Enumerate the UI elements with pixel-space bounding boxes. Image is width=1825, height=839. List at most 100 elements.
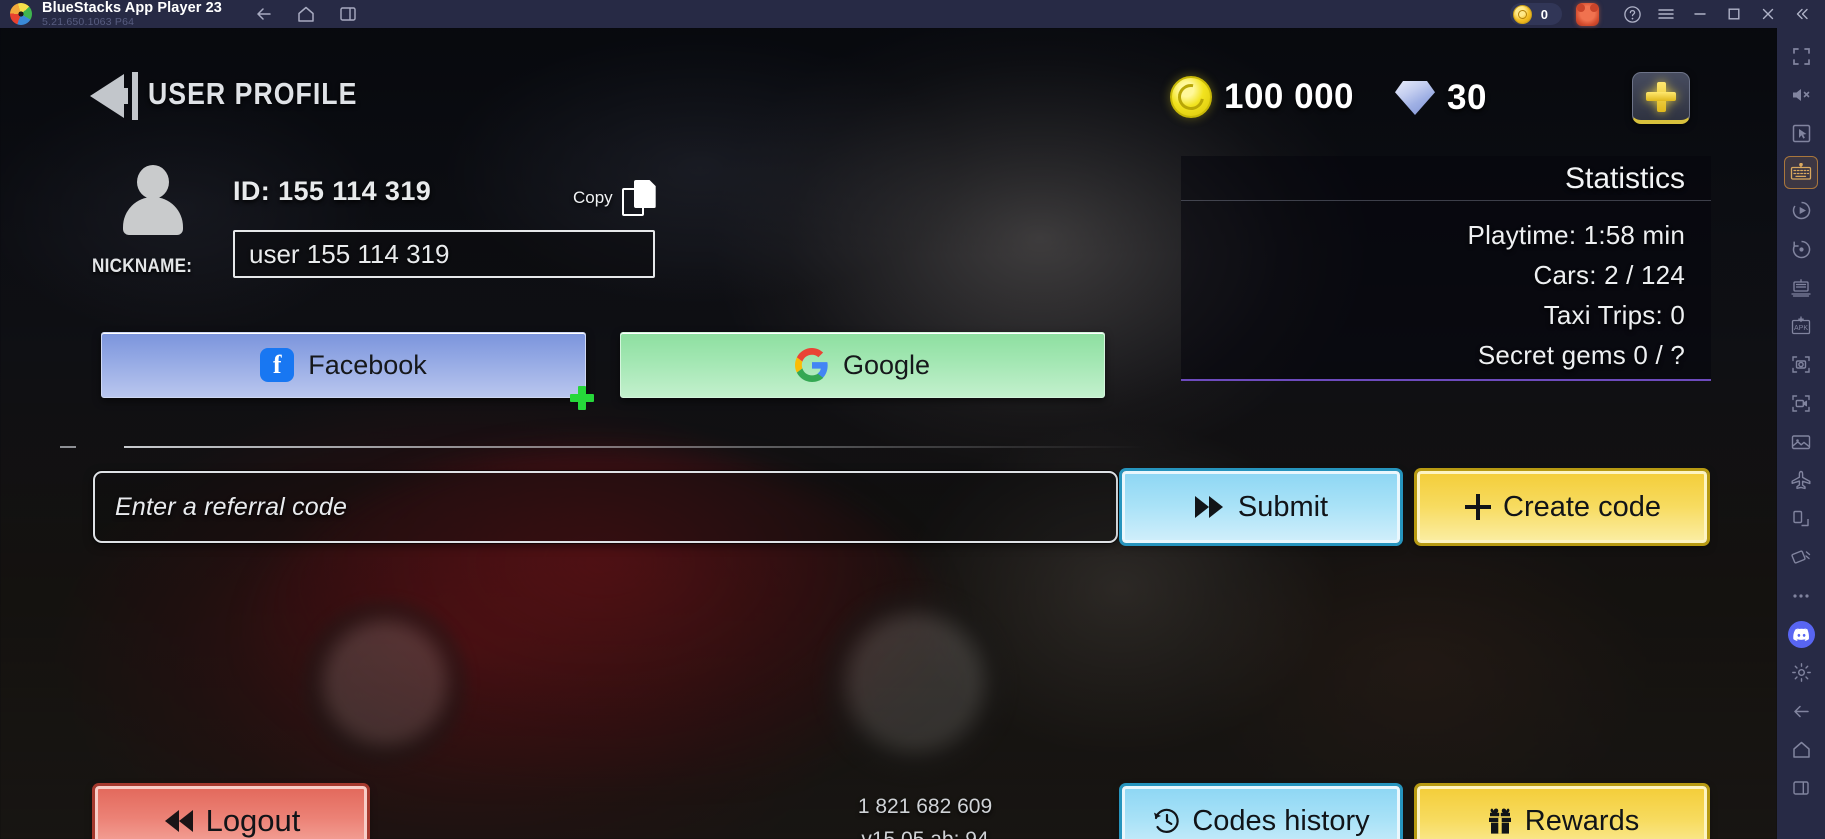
game-header: USER PROFILE 100 000 30 [0, 28, 1777, 140]
double-chevron-right-icon [1194, 494, 1228, 520]
page-title: USER PROFILE [148, 76, 358, 111]
multi-instance-manager-icon[interactable] [1784, 271, 1818, 304]
settings-icon[interactable] [1784, 656, 1818, 689]
stat-secret-gems: Secret gems 0 / ? [1477, 339, 1685, 370]
airplane-icon[interactable] [1784, 464, 1818, 497]
media-manager-icon[interactable] [1784, 425, 1818, 458]
google-label: Google [842, 349, 931, 380]
user-id-text: ID: 155 114 319 [233, 176, 432, 206]
plus-icon [1463, 492, 1493, 522]
android-back-icon[interactable] [1784, 695, 1818, 728]
statistics-panel: Statistics Playtime: 1:58 min Cars: 2 / … [1181, 156, 1711, 381]
android-home-icon[interactable] [1784, 733, 1818, 766]
copy-label: Copy [573, 188, 613, 207]
more-icon[interactable] [1784, 579, 1818, 612]
create-code-button[interactable]: Create code [1417, 471, 1707, 543]
logout-button[interactable]: Logout [95, 786, 367, 839]
gem-balance: 30 [1395, 78, 1487, 118]
discord-icon[interactable] [1784, 618, 1818, 651]
facebook-login-button[interactable]: f Facebook [101, 332, 586, 398]
back-button[interactable] [88, 70, 148, 122]
nickname-label: NICKNAME: [92, 256, 193, 277]
codes-history-button[interactable]: Codes history [1122, 786, 1400, 839]
svg-text:APK: APK [1794, 325, 1808, 332]
record-screen-icon[interactable] [1784, 387, 1818, 420]
macro-recorder-icon[interactable] [1784, 194, 1818, 227]
background-overlay [0, 28, 1777, 839]
rotate-icon[interactable] [1784, 233, 1818, 266]
collapse-icon[interactable] [1785, 0, 1819, 28]
install-apk-icon[interactable]: APK [1784, 310, 1818, 343]
create-code-label: Create code [1503, 490, 1661, 523]
stat-cars: Cars: 2 / 124 [1533, 259, 1685, 290]
build-number: 1 821 682 609 [857, 795, 993, 818]
coin-balance: 100 000 [1170, 76, 1354, 118]
stat-taxi-trips: Taxi Trips: 0 [1543, 299, 1685, 330]
logout-label: Logout [205, 803, 301, 838]
statistics-title: Statistics [1181, 156, 1711, 201]
referral-code-input[interactable]: Enter a referral code [93, 471, 1118, 543]
google-icon [794, 348, 829, 382]
divider [124, 446, 1146, 448]
gem-icon [1395, 81, 1435, 115]
multi-instance-icon[interactable] [338, 4, 358, 24]
tilt-icon[interactable] [1784, 541, 1818, 574]
bluestacks-titlebar: BlueStacks App Player 23 5.21.650.1063 P… [0, 0, 1825, 28]
copy-icon [621, 180, 656, 216]
points-count: 0 [1540, 6, 1548, 22]
pointer-icon[interactable] [1784, 117, 1818, 150]
fullscreen-icon[interactable] [1784, 40, 1818, 73]
referral-placeholder: Enter a referral code [115, 492, 348, 521]
avatar [117, 165, 189, 235]
coin-amount: 100 000 [1224, 77, 1355, 116]
bear-avatar-icon[interactable] [1576, 2, 1599, 26]
back-arrow-icon [90, 72, 138, 120]
home-icon[interactable] [296, 4, 316, 24]
avatar-head [137, 165, 169, 199]
minimize-icon[interactable] [1683, 0, 1717, 28]
add-currency-button[interactable] [1632, 72, 1690, 124]
gem-amount: 30 [1447, 78, 1487, 117]
submit-label: Submit [1237, 490, 1329, 523]
titlebar-right-group: 0 [1509, 0, 1825, 28]
rewards-label: Rewards [1524, 804, 1640, 837]
submit-button[interactable]: Submit [1122, 471, 1400, 543]
help-icon[interactable] [1615, 0, 1649, 28]
titlebar-nav-group [254, 4, 358, 24]
bluestacks-logo-icon [10, 3, 32, 25]
android-recents-icon[interactable] [1784, 772, 1818, 805]
bluestacks-sidebar: APK [1777, 28, 1825, 839]
cursor-plus-icon [570, 386, 594, 410]
screen-root: BlueStacks App Player 23 5.21.650.1063 P… [0, 0, 1825, 839]
coin-icon [1170, 76, 1212, 118]
shake-icon[interactable] [1784, 502, 1818, 535]
coin-icon [1512, 4, 1532, 24]
rewards-button[interactable]: Rewards [1417, 786, 1707, 839]
screenshot-icon[interactable] [1784, 348, 1818, 381]
mute-icon[interactable] [1784, 79, 1818, 112]
game-viewport: USER PROFILE 100 000 30 NICKNAME: ID: 15… [0, 28, 1777, 839]
build-info: 1 821 682 609 v15.05 ab: 94 [795, 791, 1055, 839]
stat-playtime: Playtime: 1:58 min [1467, 219, 1685, 250]
nickname-input[interactable]: user 155 114 319 [233, 230, 655, 278]
avatar-body [123, 197, 183, 235]
google-login-button[interactable]: Google [620, 332, 1105, 398]
bluestacks-points-pill[interactable]: 0 [1509, 3, 1562, 25]
facebook-icon-letter: f [272, 350, 282, 379]
plus-icon [1646, 81, 1676, 112]
facebook-label: Facebook [308, 349, 427, 380]
build-version: v15.05 ab: 94 [795, 824, 1055, 839]
maximize-icon[interactable] [1717, 0, 1751, 28]
app-title: BlueStacks App Player 23 [42, 0, 222, 16]
facebook-icon: f [260, 348, 295, 382]
codes-history-label: Codes history [1192, 804, 1370, 837]
close-icon[interactable] [1751, 0, 1785, 28]
history-icon [1152, 806, 1182, 836]
copy-id-button[interactable]: Copy [573, 180, 656, 216]
menu-icon[interactable] [1649, 0, 1683, 28]
app-title-block: BlueStacks App Player 23 5.21.650.1063 P… [42, 0, 222, 28]
app-version: 5.21.650.1063 P64 [42, 16, 135, 28]
statistics-list: Playtime: 1:58 min Cars: 2 / 124 Taxi Tr… [1181, 201, 1711, 375]
back-icon[interactable] [254, 4, 274, 24]
keyboard-controls-icon[interactable] [1784, 155, 1818, 189]
